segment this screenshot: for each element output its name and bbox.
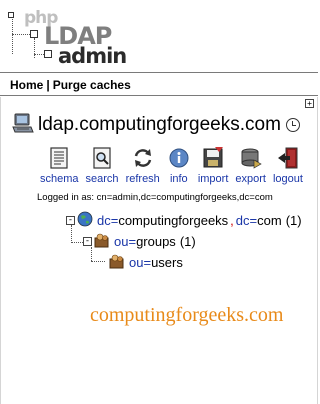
- collapse-icon[interactable]: -: [83, 237, 92, 246]
- globe-icon: [77, 211, 93, 230]
- schema-label: schema: [40, 173, 79, 185]
- top-navigation: Home | Purge caches: [0, 72, 318, 96]
- server-toolbar: schema search refresh info import export: [40, 147, 310, 185]
- expand-icon[interactable]: +: [305, 99, 314, 108]
- root-attr1: dc: [97, 213, 111, 228]
- clock-icon[interactable]: [285, 118, 300, 132]
- root-val2: com: [257, 213, 282, 228]
- logo-tree-box-icon: [8, 12, 14, 18]
- export-label: export: [235, 173, 266, 185]
- search-button[interactable]: search: [86, 147, 119, 185]
- collapse-icon[interactable]: -: [66, 216, 75, 225]
- refresh-icon: [131, 147, 155, 169]
- groups-child-count: (1): [179, 234, 196, 249]
- equals-sign: =: [110, 213, 119, 228]
- nav-separator: |: [46, 78, 50, 92]
- equals-sign: =: [143, 255, 152, 270]
- logout-label: logout: [272, 173, 303, 185]
- tree-node-users[interactable]: ou = users: [109, 253, 183, 272]
- users-val: users: [151, 255, 183, 270]
- phpldapadmin-logo: php LDAP admin: [6, 10, 127, 68]
- root-val1: computingforgeeks: [118, 213, 229, 228]
- import-button[interactable]: import: [197, 147, 229, 185]
- root-attr2: dc: [235, 213, 250, 228]
- export-button[interactable]: export: [235, 147, 266, 185]
- logout-button[interactable]: logout: [273, 147, 303, 185]
- search-label: search: [85, 173, 119, 185]
- info-button[interactable]: info: [167, 147, 191, 185]
- users-attr: ou: [129, 255, 144, 270]
- tree-node-groups[interactable]: - ou = groups (1): [83, 232, 196, 251]
- logo-tree-box-icon: [30, 30, 38, 38]
- info-label: info: [169, 173, 188, 185]
- groups-attr: ou: [114, 234, 129, 249]
- export-icon: [239, 147, 263, 169]
- equals-sign: =: [128, 234, 137, 249]
- logo-tree-box-icon: [44, 50, 52, 58]
- watermark-text: computingforgeeks.com: [90, 304, 284, 326]
- server-icon: [12, 112, 34, 138]
- purge-caches-link[interactable]: Purge caches: [53, 78, 131, 92]
- tree-node-root[interactable]: - dc = computingforgeeks, dc = com (1): [66, 211, 302, 230]
- refresh-button[interactable]: refresh: [126, 147, 160, 185]
- ou-folder-icon: [94, 232, 110, 251]
- logout-icon: [276, 147, 300, 169]
- equals-sign: =: [249, 213, 258, 228]
- server-heading: ldap.computingforgeeks.com: [12, 112, 300, 138]
- refresh-label: refresh: [125, 173, 160, 185]
- schema-icon: [47, 147, 71, 169]
- ou-folder-icon: [109, 253, 125, 272]
- logo-admin-text: admin: [58, 44, 127, 68]
- groups-val: groups: [136, 234, 176, 249]
- schema-button[interactable]: schema: [40, 147, 79, 185]
- dn-separator: ,: [230, 213, 234, 228]
- server-name[interactable]: ldap.computingforgeeks.com: [38, 114, 281, 136]
- info-icon: [167, 147, 191, 169]
- import-icon: [201, 147, 225, 169]
- import-label: import: [197, 173, 229, 185]
- logged-in-text: Logged in as: cn=admin,dc=computingforge…: [37, 192, 273, 203]
- home-link[interactable]: Home: [10, 78, 43, 92]
- root-child-count: (1): [285, 213, 302, 228]
- search-icon: [90, 147, 114, 169]
